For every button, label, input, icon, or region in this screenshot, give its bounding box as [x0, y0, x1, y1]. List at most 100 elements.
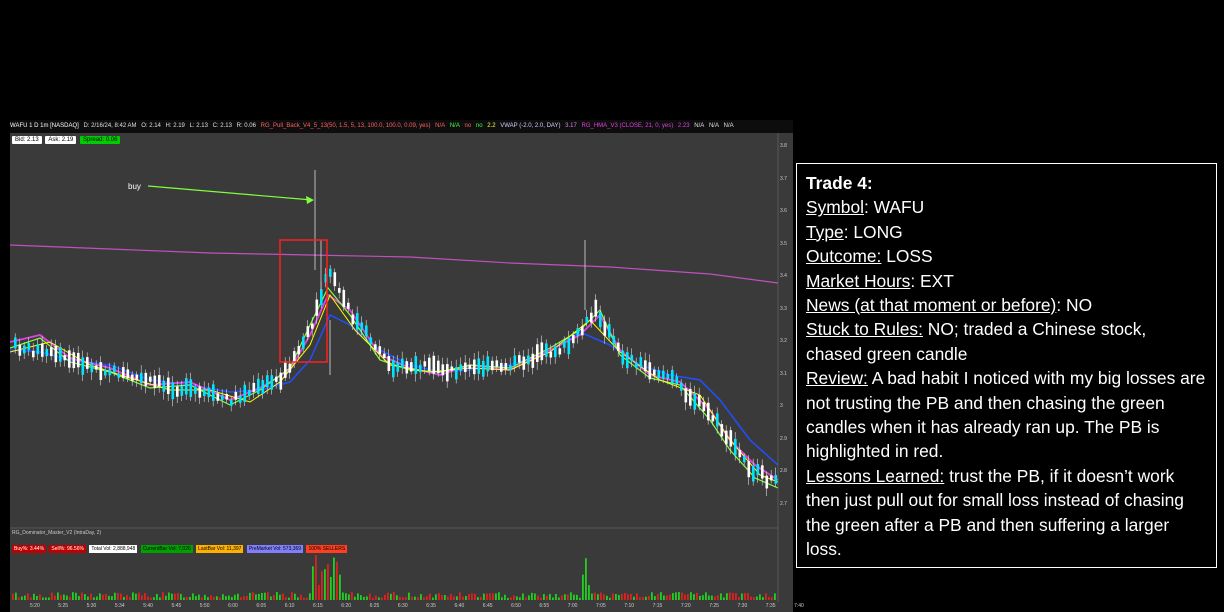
volume-bar — [39, 594, 41, 600]
volume-bar — [570, 592, 572, 600]
time-axis: 5:20 5:25 5:30 5:34 5:40 5:45 5:50 6:00 6:05 6:10… — [10, 602, 804, 612]
volume-bar — [84, 594, 86, 600]
volume-bar — [273, 595, 275, 600]
volume-bar — [297, 597, 299, 600]
candle — [225, 394, 229, 400]
time-tick: 6:15 — [313, 603, 323, 609]
candle — [459, 364, 463, 371]
volume-bar — [732, 593, 734, 600]
volume-bar — [213, 596, 215, 600]
volume-bar — [381, 597, 383, 600]
candle — [720, 424, 724, 437]
candle — [729, 430, 733, 447]
stock-chart[interactable]: WAFU 1 D 1m [NASDAQ] D: 2/16/24, 8:42 AM… — [10, 120, 804, 612]
volume-bar — [528, 595, 530, 600]
volume-bars — [12, 555, 776, 600]
time-tick: 5:50 — [199, 603, 210, 609]
candle — [81, 357, 85, 375]
news-value: : NO — [1056, 295, 1093, 316]
volume-bar — [609, 597, 611, 600]
candle — [144, 372, 148, 386]
volume-bar — [363, 596, 365, 600]
volume-bar — [330, 576, 332, 600]
candle — [365, 325, 368, 336]
price-tick: 2.9 — [780, 435, 787, 442]
candle — [653, 369, 656, 376]
volume-bar — [21, 596, 23, 600]
price-tick: 3.5 — [780, 240, 787, 247]
price-tick: 3.1 — [780, 370, 787, 377]
volume-bar — [546, 595, 548, 600]
volume-bar — [318, 585, 320, 600]
ema-slow-line — [10, 313, 779, 466]
volume-bar — [96, 596, 98, 600]
hours-value: : EXT — [910, 270, 954, 291]
price-plot[interactable] — [10, 120, 793, 612]
volume-bar — [456, 596, 458, 600]
volume-bar — [708, 595, 710, 600]
candle — [432, 355, 436, 374]
candle — [747, 461, 751, 478]
volume-bar — [258, 593, 260, 600]
volume-bar — [402, 597, 404, 600]
type-label: Type — [806, 221, 844, 242]
candle — [108, 369, 112, 376]
hours-row: Market Hours: EXT — [806, 269, 1207, 293]
volume-bar — [687, 594, 689, 600]
volume-bar — [603, 594, 605, 600]
volume-bar — [510, 597, 512, 600]
volume-bar — [738, 597, 740, 600]
volume-bar — [180, 593, 182, 600]
volume-bar — [267, 592, 269, 600]
candle — [50, 347, 53, 357]
candle — [194, 387, 197, 394]
volume-bar — [123, 596, 125, 600]
volume-bar — [678, 592, 680, 600]
volume-bar — [519, 597, 521, 600]
time-tick: 7:20 — [680, 603, 691, 609]
volume-bar — [306, 597, 308, 600]
candle — [527, 355, 530, 365]
volume-bar — [147, 596, 149, 600]
volume-bar — [315, 555, 317, 600]
time-tick: 7:00 — [567, 603, 578, 609]
candle — [441, 364, 445, 376]
volume-bar — [324, 569, 326, 600]
volume-study-label[interactable]: RG_Dominator_Master_V2 (IntraDay, 2) — [12, 530, 101, 536]
volume-bar — [36, 596, 38, 600]
candle — [77, 352, 80, 368]
volume-bar — [675, 592, 677, 600]
candle — [230, 399, 233, 406]
volume-bar — [627, 594, 629, 600]
candle — [117, 373, 121, 378]
candle — [639, 357, 643, 367]
volume-bar — [300, 594, 302, 600]
candle — [410, 362, 413, 372]
volume-bar — [753, 597, 755, 600]
volume-bar — [420, 594, 422, 600]
candle — [419, 364, 422, 373]
volume-bar — [471, 593, 473, 600]
time-tick: 5:40 — [143, 603, 153, 609]
candle — [473, 359, 476, 375]
volume-bar — [756, 596, 758, 600]
candle — [311, 323, 314, 329]
candle — [185, 378, 188, 395]
candle — [59, 347, 62, 362]
volume-bar — [501, 597, 503, 600]
volume-bar — [666, 595, 668, 600]
candle — [549, 351, 553, 358]
volume-bar — [573, 594, 575, 600]
symbol-value: : WAFU — [864, 197, 925, 218]
volume-bar — [246, 596, 248, 600]
volume-bar — [186, 596, 188, 600]
volume-bar — [735, 593, 737, 600]
volume-bar — [462, 596, 464, 600]
candle — [207, 387, 211, 398]
volume-bar — [270, 596, 272, 600]
candle — [95, 365, 98, 370]
candle — [774, 474, 778, 484]
candle — [617, 342, 620, 351]
time-tick: 6:00 — [228, 603, 238, 609]
current-bar-vol: CurrentBar Vol: 7,026 — [140, 545, 193, 553]
